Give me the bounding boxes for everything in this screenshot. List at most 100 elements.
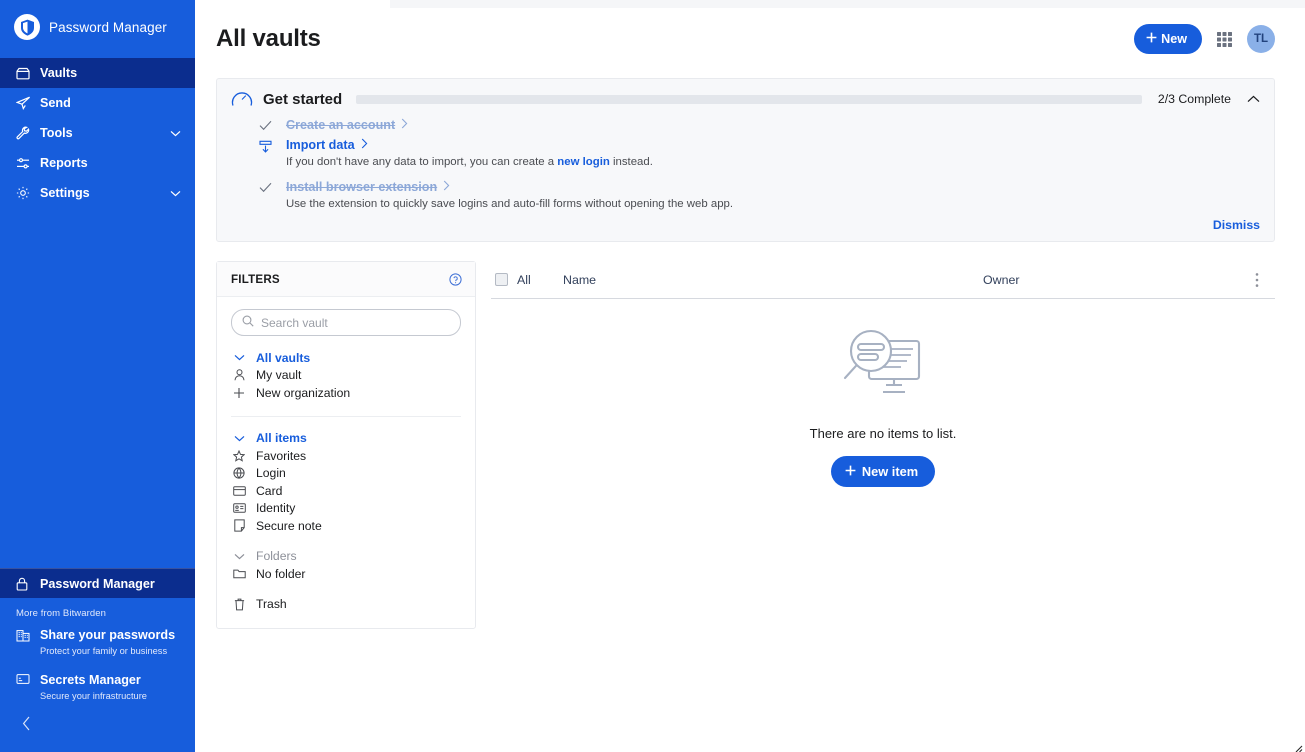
sidebar-item-label: Settings — [40, 186, 90, 200]
get-started-step-body: Create an account — [286, 118, 408, 132]
promo-subtitle: Secure your infrastructure — [40, 691, 147, 701]
filter-label: Trash — [256, 597, 287, 612]
filter-group-items: All items Favorites Login Card Identity … — [231, 415, 461, 535]
import-icon — [254, 138, 276, 170]
sidebar-item-label: Vaults — [40, 66, 78, 80]
lock-icon — [16, 577, 32, 591]
filter-label: Identity — [256, 501, 296, 516]
get-started-step-label: Import data — [286, 138, 355, 152]
vault-body: FILTERS Search vault All vaults My vault… — [216, 261, 1275, 629]
column-header-name[interactable]: Name — [563, 273, 983, 287]
tools-icon — [16, 126, 33, 140]
description-suffix: instead. — [609, 156, 653, 168]
avatar[interactable]: TL — [1247, 25, 1275, 53]
sidebar-item-vaults[interactable]: Vaults — [0, 58, 195, 88]
filter-favorites[interactable]: Favorites — [231, 447, 461, 465]
window-resize-handle[interactable] — [1293, 740, 1303, 752]
get-started-step-link[interactable]: Install browser extension — [286, 180, 733, 194]
filter-label: All vaults — [256, 350, 311, 365]
select-all-label: All — [517, 272, 531, 287]
sidebar-item-tools[interactable]: Tools — [0, 118, 195, 148]
sidebar-item-send[interactable]: Send — [0, 88, 195, 118]
get-started-header: Get started 2/3 Complete — [231, 89, 1260, 109]
product-switcher-label: Password Manager — [40, 576, 155, 591]
sidebar-item-label: Tools — [40, 126, 73, 140]
sidebar-item-reports[interactable]: Reports — [0, 148, 195, 178]
sidebar-item-label: Reports — [40, 156, 88, 170]
chevron-down-icon — [231, 354, 247, 361]
more-from-bitwarden-label: More from Bitwarden — [16, 608, 107, 619]
no-items-search-monitor-illustration — [831, 327, 935, 410]
top-bar-actions: New TL — [1134, 24, 1275, 54]
dismiss-button[interactable]: Dismiss — [1213, 218, 1260, 232]
filter-card[interactable]: Card — [231, 482, 461, 500]
items-table: All Name Owner There are no items to lis… — [491, 261, 1275, 629]
get-started-step-label: Install browser extension — [286, 180, 438, 194]
send-icon — [16, 96, 33, 110]
chevron-down-icon — [231, 553, 247, 560]
chevron-left-icon — [22, 716, 31, 736]
note-icon — [231, 519, 247, 532]
brand-name: Password Manager — [49, 19, 167, 35]
filter-all-vaults[interactable]: All vaults — [231, 349, 461, 367]
get-started-step-description: Use the extension to quickly save logins… — [286, 198, 734, 210]
filter-trash[interactable]: Trash — [231, 596, 461, 614]
chevron-down-icon — [231, 435, 247, 442]
get-started-step-install-extension: Install browser extension Use the extens… — [231, 180, 1260, 212]
filter-folders[interactable]: Folders — [231, 548, 461, 566]
get-started-step-body: Import data If you don't have any data t… — [286, 138, 653, 170]
sidebar: Password Manager Vaults Send Tools Repor… — [0, 0, 195, 752]
brand: Password Manager — [0, 0, 195, 54]
empty-state-message: There are no items to list. — [809, 426, 957, 441]
filter-my-vault[interactable]: My vault — [231, 367, 461, 385]
app-root: Password Manager Vaults Send Tools Repor… — [0, 0, 1305, 752]
reports-icon — [16, 157, 33, 170]
get-started-step-link[interactable]: Create an account — [286, 118, 408, 132]
chevron-down-icon — [170, 190, 181, 197]
filter-all-items[interactable]: All items — [231, 430, 461, 448]
check-icon — [254, 118, 276, 132]
new-button-label: New — [1161, 32, 1187, 46]
filter-no-folder[interactable]: No folder — [231, 565, 461, 583]
page-content: Get started 2/3 Complete Create an accou… — [195, 78, 1305, 752]
promo-title: Share your passwords — [40, 628, 176, 642]
promo-share-your-passwords[interactable]: Share your passwords Protect your family… — [0, 626, 195, 658]
select-all-checkbox[interactable] — [495, 273, 508, 286]
vault-icon — [16, 67, 33, 80]
filter-group-vaults: All vaults My vault New organization — [231, 349, 461, 402]
chevron-down-icon — [170, 130, 181, 137]
product-switcher-password-manager[interactable]: Password Manager — [0, 568, 195, 598]
sidebar-item-settings[interactable]: Settings — [0, 178, 195, 208]
new-item-button[interactable]: New item — [830, 456, 936, 487]
main-nav: Vaults Send Tools Reports Settings — [0, 58, 195, 208]
search-vault-box[interactable] — [231, 309, 461, 336]
plus-icon — [231, 387, 247, 399]
column-header-owner[interactable]: Owner — [983, 273, 1255, 287]
filters-body: All vaults My vault — [217, 297, 475, 623]
filter-new-organization[interactable]: New organization — [231, 384, 461, 402]
get-started-step-body: Install browser extension Use the extens… — [286, 180, 733, 212]
avatar-initials: TL — [1253, 33, 1269, 45]
gauge-icon — [231, 89, 253, 109]
filter-label: No folder — [256, 566, 306, 581]
sidebar-collapse-button[interactable] — [0, 716, 195, 752]
new-button[interactable]: New — [1134, 24, 1202, 54]
search-input[interactable] — [261, 315, 450, 330]
new-login-link[interactable]: new login — [557, 156, 610, 168]
empty-state: There are no items to list. New item — [491, 299, 1275, 487]
help-circle-icon[interactable] — [449, 273, 462, 286]
filter-secure-note[interactable]: Secure note — [231, 517, 461, 535]
filter-label: Card — [256, 483, 283, 498]
get-started-status: 2/3 Complete — [1157, 92, 1231, 106]
vertical-dots-icon[interactable] — [1255, 272, 1261, 288]
folder-icon — [231, 568, 247, 579]
filter-identity[interactable]: Identity — [231, 500, 461, 518]
page-title: All vaults — [216, 25, 321, 52]
get-started-step-link[interactable]: Import data — [286, 138, 653, 152]
filter-login[interactable]: Login — [231, 465, 461, 483]
get-started-step-import-data: Import data If you don't have any data t… — [231, 138, 1260, 170]
app-grid-icon[interactable] — [1216, 31, 1233, 48]
plus-icon — [844, 464, 857, 480]
promo-secrets-manager[interactable]: Secrets Manager Secure your infrastructu… — [0, 671, 195, 703]
chevron-up-icon[interactable] — [1241, 95, 1260, 103]
